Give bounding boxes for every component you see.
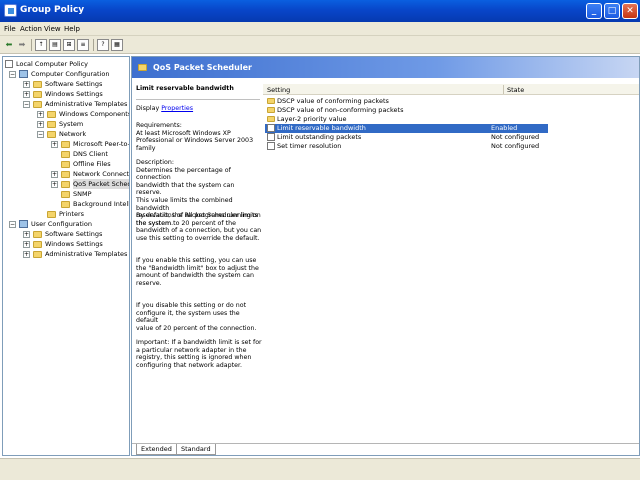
folder-icon <box>33 241 42 248</box>
folder-icon <box>47 121 56 128</box>
arrow-right-icon[interactable]: ➡ <box>16 39 28 51</box>
default-text: By default, the Packet Scheduler limits … <box>136 212 262 242</box>
maximize-button[interactable]: □ <box>604 3 620 19</box>
view-tabs: Extended Standard <box>132 443 639 455</box>
list-item-selected[interactable]: Limit reservable bandwidth Enabled <box>265 124 548 133</box>
group-policy-icon <box>4 4 17 17</box>
window-title: Group Policy <box>20 5 85 15</box>
expand-icon[interactable]: + <box>23 91 30 98</box>
up-folder-icon[interactable]: ↑ <box>35 39 47 51</box>
minimize-button[interactable]: _ <box>586 3 602 19</box>
menu-file[interactable]: File <box>4 25 16 33</box>
menu-action[interactable]: Action <box>20 25 42 33</box>
panel-banner: QoS Packet Scheduler <box>132 57 639 78</box>
folder-icon <box>33 251 42 258</box>
show-hide-tree-icon[interactable]: ▤ <box>49 39 61 51</box>
arrow-left-icon[interactable]: ⬅ <box>3 39 15 51</box>
requirements-text: Requirements: At least Microsoft Windows… <box>136 122 254 152</box>
folder-icon <box>267 107 275 113</box>
policy-setting-icon <box>267 124 275 132</box>
folder-icon <box>61 151 70 158</box>
computer-icon <box>19 70 28 78</box>
close-button[interactable]: ✕ <box>622 3 638 19</box>
folder-icon <box>33 81 42 88</box>
expand-icon[interactable]: + <box>23 81 30 88</box>
expand-icon[interactable]: + <box>37 121 44 128</box>
setting-title: Limit reservable bandwidth <box>136 85 234 92</box>
folder-icon <box>61 141 70 148</box>
toolbar-separator <box>93 39 94 51</box>
list-item[interactable]: Layer-2 priority value <box>265 115 548 124</box>
collapse-icon[interactable]: − <box>23 101 30 108</box>
divider <box>136 99 260 100</box>
list-item[interactable]: DSCP value of non-conforming packets <box>265 106 548 115</box>
folder-icon <box>47 111 56 118</box>
console-tree: Local Computer Policy − Computer Configu… <box>2 56 130 456</box>
view-icon[interactable]: ▦ <box>111 39 123 51</box>
collapse-icon[interactable]: − <box>37 131 44 138</box>
extended-description: Limit reservable bandwidth Display Prope… <box>136 85 262 425</box>
open-folder-icon <box>138 64 147 71</box>
collapse-icon[interactable]: − <box>9 71 16 78</box>
properties-link[interactable]: Properties <box>161 105 193 112</box>
column-divider[interactable] <box>503 85 504 94</box>
policy-setting-icon <box>267 133 275 141</box>
folder-icon <box>61 191 70 198</box>
expand-icon[interactable]: + <box>23 251 30 258</box>
status-bar <box>0 458 640 480</box>
folder-icon <box>61 161 70 168</box>
column-header-setting[interactable]: Setting <box>267 86 290 94</box>
menu-view[interactable]: View <box>44 25 61 33</box>
expand-icon[interactable]: + <box>51 181 58 188</box>
expand-icon[interactable]: + <box>37 111 44 118</box>
folder-icon <box>33 91 42 98</box>
open-folder-icon <box>61 181 70 188</box>
tab-standard[interactable]: Standard <box>176 444 216 455</box>
title-bar: Group Policy _ □ ✕ <box>0 0 640 22</box>
expand-icon[interactable]: + <box>51 171 58 178</box>
list-header: Setting State <box>263 84 639 95</box>
details-pane: QoS Packet Scheduler Limit reservable ba… <box>131 56 640 456</box>
list-item[interactable]: DSCP value of conforming packets <box>265 97 548 106</box>
policy-setting-icon <box>267 142 275 150</box>
menu-help[interactable]: Help <box>64 25 80 33</box>
collapse-icon[interactable]: − <box>9 221 16 228</box>
enable-text: If you enable this setting, you can use … <box>136 257 259 287</box>
settings-list: Setting State DSCP value of conforming p… <box>263 84 639 424</box>
column-header-state[interactable]: State <box>507 86 524 94</box>
folder-icon <box>47 131 56 138</box>
folder-icon <box>33 101 42 108</box>
list-item[interactable]: Limit outstanding packets Not configured <box>265 133 548 142</box>
menu-bar: File Action View Help <box>0 22 640 36</box>
important-text: Important: If a bandwidth limit is set f… <box>136 339 262 369</box>
list-item[interactable]: Set timer resolution Not configured <box>265 142 548 151</box>
display-properties-line: Display Properties <box>136 105 194 112</box>
disable-text: If you disable this setting or do not co… <box>136 302 257 332</box>
properties-icon[interactable]: ≡ <box>77 39 89 51</box>
toolbar: ⬅ ➡ ↑ ▤ ⊞ ≡ ? ▦ <box>0 36 640 54</box>
folder-icon <box>61 171 70 178</box>
user-icon <box>19 220 28 228</box>
expand-icon[interactable]: + <box>51 141 58 148</box>
policy-scroll-icon <box>5 60 13 68</box>
expand-icon[interactable]: + <box>23 241 30 248</box>
export-list-icon[interactable]: ⊞ <box>63 39 75 51</box>
folder-icon <box>267 116 275 122</box>
panel-title: QoS Packet Scheduler <box>153 63 252 72</box>
folder-icon <box>61 201 70 208</box>
expand-icon[interactable]: + <box>23 231 30 238</box>
toolbar-separator <box>31 39 32 51</box>
help-icon[interactable]: ? <box>97 39 109 51</box>
folder-icon <box>47 211 56 218</box>
tab-extended[interactable]: Extended <box>136 444 177 455</box>
folder-icon <box>267 98 275 104</box>
folder-icon <box>33 231 42 238</box>
